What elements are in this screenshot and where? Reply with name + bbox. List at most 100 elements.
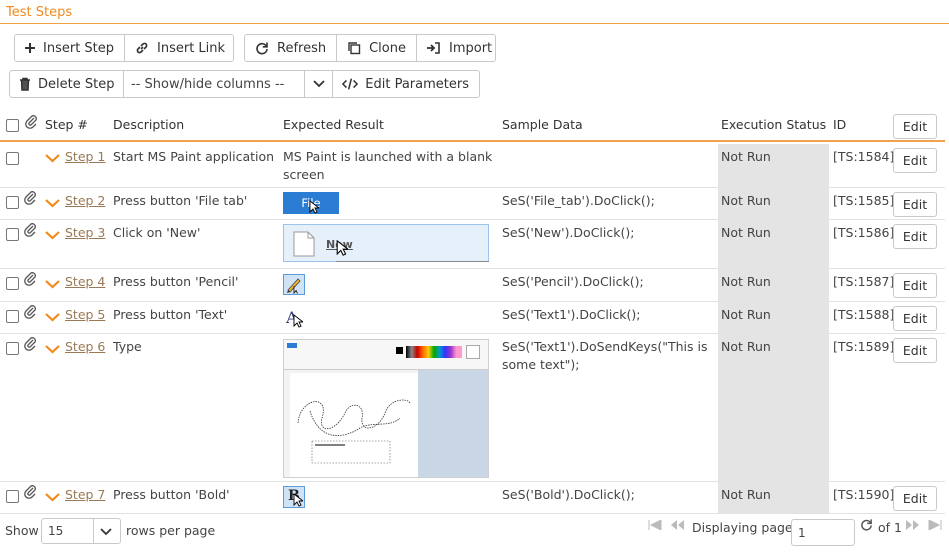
attachment-icon[interactable] (24, 485, 38, 502)
insert-step-button[interactable]: Insert Step (15, 35, 125, 61)
new-menu-screenshot: New (283, 224, 489, 262)
edit-row-button[interactable]: Edit (893, 224, 937, 249)
step-link[interactable]: Step 2 (65, 192, 105, 210)
show-label: Show (5, 523, 39, 538)
cursor-icon (309, 200, 319, 214)
execution-status: Not Run (721, 193, 771, 208)
cursor-icon (293, 493, 303, 507)
step-description: Press button 'File tab' (113, 193, 248, 208)
insert-link-button[interactable]: Insert Link (125, 35, 235, 61)
attachment-icon (25, 115, 39, 132)
attachment-icon[interactable] (24, 337, 38, 354)
execution-status: Not Run (721, 274, 771, 289)
step-link[interactable]: Step 6 (65, 338, 105, 356)
paint-canvas (290, 373, 418, 477)
previous-page-icon[interactable] (670, 520, 684, 530)
table-row: Step 7 Press button 'Bold' B SeS('Bold')… (0, 482, 945, 514)
step-id: [TS:1584] (833, 149, 895, 164)
chevron-down-icon[interactable] (45, 151, 60, 166)
chevron-down-icon[interactable] (45, 342, 60, 357)
attachment-icon[interactable] (24, 223, 38, 240)
attachment-icon[interactable] (24, 305, 38, 322)
clone-button[interactable]: Clone (337, 35, 417, 61)
plus-icon (24, 42, 36, 54)
code-icon (342, 77, 359, 91)
first-page-icon[interactable] (648, 520, 662, 530)
step-description: Type (113, 339, 142, 354)
table-row: Step 5 Press button 'Text' A SeS('Text1'… (0, 302, 945, 334)
insert-step-label: Insert Step (43, 40, 115, 56)
execution-status: Not Run (721, 225, 771, 240)
clone-icon (346, 41, 362, 55)
edit-parameters-label: Edit Parameters (365, 76, 469, 92)
trash-icon (19, 77, 31, 91)
edit-row-button[interactable]: Edit (893, 306, 937, 331)
step-link[interactable]: Step 3 (65, 224, 105, 242)
edit-row-button[interactable]: Edit (893, 148, 937, 173)
row-checkbox[interactable] (6, 277, 19, 290)
section-title: Test Steps (6, 5, 73, 20)
edit-all-button[interactable]: Edit (893, 114, 937, 139)
row-checkbox[interactable] (6, 342, 19, 355)
step-link[interactable]: Step 7 (65, 486, 105, 504)
table-row: Step 4 Press button 'Pencil' SeS('Pencil… (0, 269, 945, 302)
displaying-page-label: Displaying page (692, 520, 793, 535)
step-link[interactable]: Step 5 (65, 306, 105, 324)
refresh-button[interactable]: Refresh (245, 35, 338, 61)
execution-status: Not Run (721, 307, 771, 322)
step-id: [TS:1586] (833, 225, 895, 240)
rows-per-page-select[interactable]: 15 (41, 518, 121, 544)
row-checkbox[interactable] (6, 196, 19, 209)
row-checkbox[interactable] (6, 490, 19, 503)
chevron-down-icon[interactable] (45, 196, 60, 211)
expected-result: MS Paint is launched with a blank screen (283, 149, 493, 182)
row-checkbox[interactable] (6, 310, 19, 323)
column-header-description[interactable]: Description (113, 117, 184, 132)
step-link[interactable]: Step 4 (65, 273, 105, 291)
column-header-sample-data[interactable]: Sample Data (502, 117, 583, 132)
edit-row-button[interactable]: Edit (893, 486, 937, 511)
attachment-icon[interactable] (24, 191, 38, 208)
column-header-execution-status[interactable]: Execution Status (721, 117, 826, 132)
step-description: Press button 'Bold' (113, 487, 230, 502)
cursor-icon (336, 239, 348, 256)
refresh-icon (254, 41, 270, 55)
last-page-icon[interactable] (928, 520, 942, 530)
action-button-group: Refresh Clone Import (244, 34, 496, 62)
paint-workspace (418, 370, 488, 477)
step-id: [TS:1590] (833, 487, 895, 502)
chevron-down-icon[interactable] (45, 310, 60, 325)
chevron-down-icon[interactable] (45, 490, 60, 505)
import-button[interactable]: Import (417, 35, 502, 61)
paint-ribbon (284, 340, 488, 370)
refresh-icon[interactable] (860, 518, 873, 531)
sample-data: SeS('Pencil').DoClick(); (502, 274, 644, 289)
attachment-icon[interactable] (24, 272, 38, 289)
step-link[interactable]: Step 1 (65, 148, 105, 166)
bold-button-screenshot: B (283, 486, 305, 508)
chevron-down-icon[interactable] (45, 228, 60, 243)
text-button-screenshot: A (283, 307, 305, 329)
select-all-checkbox[interactable] (6, 119, 19, 132)
column-header-id[interactable]: ID (833, 117, 846, 132)
columns-dropdown-toggle[interactable] (305, 71, 334, 97)
row-checkbox[interactable] (6, 228, 19, 241)
column-header-expected-result[interactable]: Expected Result (283, 117, 384, 132)
column-header-step[interactable]: Step # (45, 117, 88, 132)
row-checkbox[interactable] (6, 152, 19, 165)
edit-row-button[interactable]: Edit (893, 273, 937, 298)
paint-window-screenshot (283, 339, 489, 478)
page-number-input[interactable]: 1 (791, 519, 855, 546)
edit-row-button[interactable]: Edit (893, 338, 937, 363)
menu-separator (336, 261, 489, 262)
edit-button-group: Delete Step -- Show/hide columns -- Edit… (9, 70, 480, 98)
cursor-icon (293, 314, 303, 328)
chevron-down-icon[interactable] (45, 277, 60, 292)
edit-parameters-button[interactable]: Edit Parameters (333, 71, 479, 97)
delete-step-button[interactable]: Delete Step (10, 71, 124, 97)
next-page-icon[interactable] (906, 520, 920, 530)
edit-row-button[interactable]: Edit (893, 192, 937, 217)
table-row: Step 3 Click on 'New' New SeS('New').DoC… (0, 220, 945, 269)
import-label: Import (448, 40, 493, 56)
show-hide-columns-select[interactable]: -- Show/hide columns -- (124, 71, 306, 97)
